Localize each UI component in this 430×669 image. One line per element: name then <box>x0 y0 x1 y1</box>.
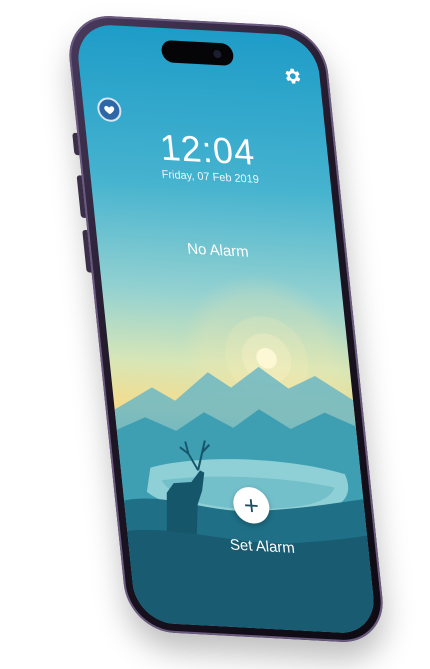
gear-icon <box>285 68 301 84</box>
phone: 12:04 Friday, 07 Feb 2019 No Alarm + Set… <box>64 13 388 645</box>
heart-badge-icon <box>104 105 115 115</box>
settings-button[interactable] <box>281 64 305 87</box>
plus-icon: + <box>242 489 261 521</box>
alarm-status: No Alarm <box>186 240 250 261</box>
dynamic-island <box>160 39 235 67</box>
device-mockup: 12:04 Friday, 07 Feb 2019 No Alarm + Set… <box>0 0 430 669</box>
camera <box>212 49 222 59</box>
landscape-illustration <box>114 366 378 635</box>
app-badge-button[interactable] <box>96 96 123 123</box>
